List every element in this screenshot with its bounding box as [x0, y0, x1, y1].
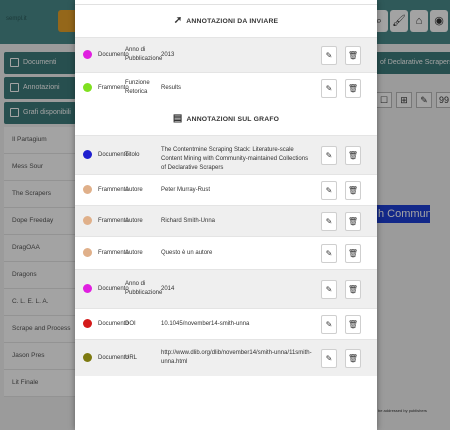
annotation-row: Documento Anno di Pubblicazione 2014 ✎ 🗑 [75, 269, 377, 308]
annotations-modal: ➚ ANNOTAZIONI DA INVIARE Documento Anno di … [75, 0, 377, 430]
annotation-color-dot [83, 150, 92, 159]
annotation-value: Questo è un autore [161, 249, 213, 256]
pencil-icon: ✎ [325, 186, 333, 195]
delete-button[interactable]: 🗑 [345, 146, 361, 165]
section-title-text: ANNOTAZIONI SUL GRAFO [186, 115, 280, 123]
pencil-icon: ✎ [325, 249, 333, 258]
section-title: ➚ ANNOTAZIONI DA INVIARE [75, 5, 377, 37]
delete-button[interactable]: 🗑 [345, 315, 361, 334]
annotation-color-dot [83, 319, 92, 328]
pencil-icon: ✎ [325, 285, 333, 294]
annotation-row: Frammento Autore Peter Murray-Rust ✎ 🗑 [75, 174, 377, 205]
annotation-color-dot [83, 216, 92, 225]
edit-button[interactable]: ✎ [321, 212, 337, 231]
annotation-value: The Contentmine Scraping Stack: Literatu… [161, 147, 309, 171]
annotation-value: Richard Smith-Unna [161, 217, 216, 224]
pencil-icon: ✎ [325, 51, 333, 60]
trash-icon: 🗑 [347, 285, 359, 294]
trash-icon: 🗑 [347, 51, 359, 60]
section-title-text: ANNOTAZIONI DA INVIARE [186, 17, 279, 25]
annotation-color-dot [83, 83, 92, 92]
database-icon: ▤ [172, 113, 183, 124]
annotation-value: Peter Murray-Rust [161, 186, 211, 193]
section-title: ▤ ANNOTAZIONI SUL GRAFO [75, 103, 377, 135]
annotation-value: 10.1045/november14-smith-unna [161, 320, 250, 327]
send-icon: ➚ [173, 15, 183, 26]
annotation-row: Frammento Autore Richard Smith-Unna ✎ 🗑 [75, 205, 377, 236]
modal-body: ➚ ANNOTAZIONI DA INVIARE Documento Anno di … [75, 5, 377, 376]
edit-button[interactable]: ✎ [321, 280, 337, 299]
annotation-color-dot [83, 248, 92, 257]
delete-button[interactable]: 🗑 [345, 280, 361, 299]
annotation-color-dot [83, 353, 92, 362]
trash-icon: 🗑 [347, 217, 359, 226]
annotation-row: Frammento Funzione Retorica Results ✎ 🗑 [75, 72, 377, 103]
delete-button[interactable]: 🗑 [345, 244, 361, 263]
pencil-icon: ✎ [325, 84, 333, 93]
delete-button[interactable]: 🗑 [345, 79, 361, 98]
trash-icon: 🗑 [347, 151, 359, 160]
annotation-row: Documento URL http://www.dlib.org/dlib/nov… [75, 339, 377, 376]
annotation-color-dot [83, 185, 92, 194]
annotation-value: http://www.dlib.org/dlib/november14/smit… [161, 350, 312, 365]
edit-button[interactable]: ✎ [321, 146, 337, 165]
edit-button[interactable]: ✎ [321, 181, 337, 200]
pencil-icon: ✎ [325, 320, 333, 329]
edit-button[interactable]: ✎ [321, 315, 337, 334]
pencil-icon: ✎ [325, 354, 333, 363]
delete-button[interactable]: 🗑 [345, 349, 361, 368]
delete-button[interactable]: 🗑 [345, 181, 361, 200]
edit-button[interactable]: ✎ [321, 244, 337, 263]
delete-button[interactable]: 🗑 [345, 212, 361, 231]
trash-icon: 🗑 [347, 186, 359, 195]
trash-icon: 🗑 [347, 84, 359, 93]
edit-button[interactable]: ✎ [321, 349, 337, 368]
annotation-row: Documento DOI 10.1045/november14-smith-unn… [75, 308, 377, 339]
annotation-color-dot [83, 50, 92, 59]
pencil-icon: ✎ [325, 217, 333, 226]
annotation-value: 2014 [161, 285, 175, 292]
annotation-color-dot [83, 284, 92, 293]
annotation-value: Results [161, 84, 182, 91]
annotation-row: Documento Anno di Pubblicazione 2013 ✎ 🗑 [75, 37, 377, 72]
edit-button[interactable]: ✎ [321, 46, 337, 65]
trash-icon: 🗑 [347, 320, 359, 329]
annotation-value: 2013 [161, 51, 175, 58]
pencil-icon: ✎ [325, 151, 333, 160]
trash-icon: 🗑 [347, 249, 359, 258]
delete-button[interactable]: 🗑 [345, 46, 361, 65]
edit-button[interactable]: ✎ [321, 79, 337, 98]
trash-icon: 🗑 [347, 354, 359, 363]
annotation-row: Documento Titolo The Contentmine Scraping … [75, 135, 377, 174]
annotation-row: Frammento Autore Questo è un autore ✎ 🗑 [75, 236, 377, 269]
